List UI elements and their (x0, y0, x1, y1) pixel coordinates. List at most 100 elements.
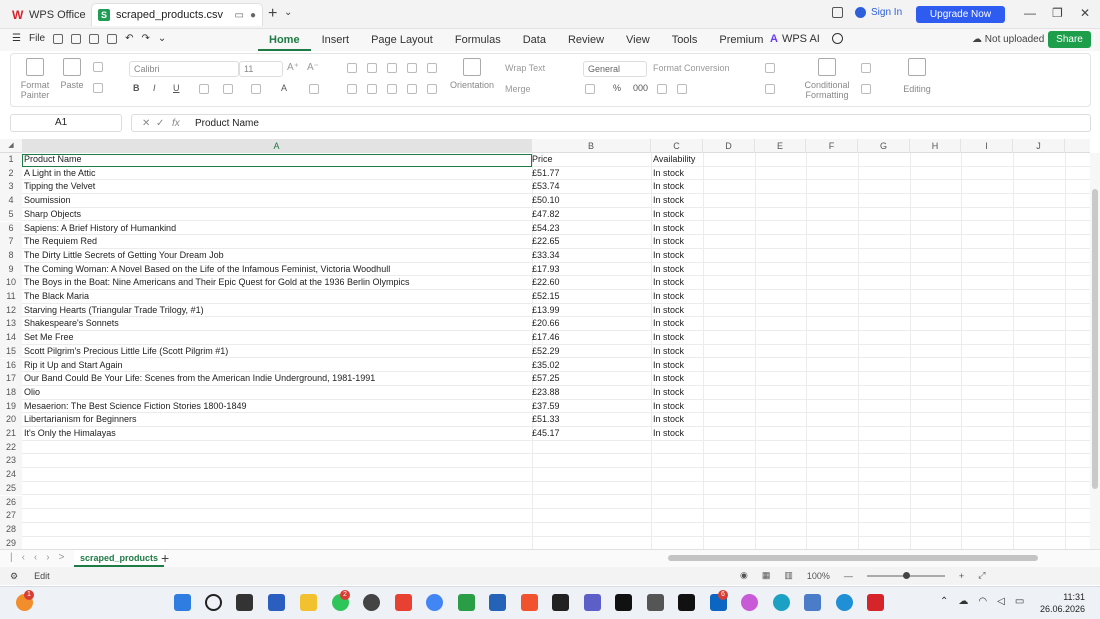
row-header[interactable]: 18 (0, 385, 22, 400)
tab-formulas[interactable]: Formulas (444, 29, 512, 51)
cell-availability[interactable]: In stock (653, 180, 703, 194)
row-header[interactable]: 24 (0, 468, 22, 482)
file-menu[interactable]: File (29, 33, 45, 44)
task-view-icon[interactable] (236, 594, 253, 611)
editing-button[interactable]: Editing (895, 54, 939, 94)
cell-price[interactable]: £52.15 (532, 290, 650, 304)
column-header-a[interactable]: A (22, 139, 532, 153)
conditional-formatting-button[interactable]: Conditional Formatting (799, 54, 855, 100)
battery-icon[interactable]: ▭ (1015, 596, 1024, 607)
row-header[interactable]: 10 (0, 276, 22, 290)
row-header[interactable]: 1 (0, 153, 22, 167)
save-icon[interactable] (53, 33, 64, 44)
find-icon[interactable] (71, 33, 82, 44)
cell-product-name[interactable]: Starving Hearts (Triangular Trade Trilog… (24, 304, 531, 318)
cell-availability[interactable]: In stock (653, 290, 703, 304)
print-icon[interactable] (89, 33, 100, 44)
borders-icon[interactable] (223, 84, 233, 94)
fill-color-icon[interactable] (251, 84, 261, 94)
align-right-icon[interactable] (387, 84, 397, 94)
align-left-icon[interactable] (347, 84, 357, 94)
row-header[interactable]: 4 (0, 194, 22, 208)
cell-availability[interactable]: In stock (653, 249, 703, 263)
clock[interactable]: 11:31 26.06.2026 (1040, 591, 1085, 615)
row-header[interactable]: 21 (0, 427, 22, 441)
cell-price[interactable]: £33.34 (532, 249, 650, 263)
cell-product-name[interactable]: Sapiens: A Brief History of Humankind (24, 222, 531, 236)
cell-price[interactable]: £45.17 (532, 427, 650, 441)
cell-price[interactable]: £53.74 (532, 180, 650, 194)
cell-price[interactable]: £35.02 (532, 359, 650, 373)
row-header[interactable]: 7 (0, 235, 22, 249)
indent-increase-icon[interactable] (427, 63, 437, 73)
row-header[interactable]: 25 (0, 481, 22, 496)
eye-icon[interactable]: ◉ (740, 570, 748, 581)
cell-product-name[interactable]: Set Me Free (24, 331, 531, 345)
tab-premium[interactable]: Premium (708, 29, 774, 51)
search-taskbar-icon[interactable] (205, 594, 222, 611)
canva-icon[interactable] (773, 594, 790, 611)
horizontal-scrollbar[interactable] (668, 555, 1038, 561)
cell-availability[interactable]: In stock (653, 386, 703, 400)
column-header-h[interactable]: H (910, 139, 961, 153)
cell-product-name[interactable]: The Requiem Red (24, 235, 531, 249)
cell-product-name[interactable]: Tipping the Velvet (24, 180, 531, 194)
decrease-decimal-icon[interactable] (677, 84, 687, 94)
vertical-scrollbar[interactable] (1090, 153, 1100, 549)
row-header[interactable]: 16 (0, 358, 22, 373)
cell-availability[interactable]: In stock (653, 276, 703, 290)
clear-icon[interactable] (309, 84, 319, 94)
cell-price[interactable]: £20.66 (532, 317, 650, 331)
strikethrough-icon[interactable] (199, 84, 209, 94)
cell-product-name[interactable]: Sharp Objects (24, 208, 531, 222)
print-preview-icon[interactable] (107, 33, 118, 44)
windows-start-icon[interactable] (174, 594, 191, 611)
zoom-slider[interactable] (866, 571, 945, 579)
cell-availability[interactable]: In stock (653, 167, 703, 181)
sign-in-button[interactable]: Sign In (855, 7, 902, 18)
row-header[interactable]: 28 (0, 522, 22, 537)
store-icon[interactable] (489, 594, 506, 611)
cell-product-name[interactable]: The Black Maria (24, 290, 531, 304)
row-header[interactable]: 9 (0, 262, 22, 277)
cell-product-name[interactable]: A Light in the Attic (24, 167, 531, 181)
number-format-select[interactable]: General (583, 61, 647, 77)
cell-price[interactable]: £37.59 (532, 400, 650, 414)
cell-availability[interactable]: In stock (653, 222, 703, 236)
zoom-out-icon[interactable]: — (844, 571, 853, 581)
wps-home-tab[interactable]: W WPS Office (6, 4, 92, 25)
confirm-icon[interactable]: ✓ (156, 118, 164, 129)
row-header[interactable]: 26 (0, 495, 22, 510)
orientation-button[interactable]: Orientation (441, 54, 503, 90)
cell-product-name[interactable]: Scott Pilgrim's Precious Little Life (Sc… (24, 345, 531, 359)
cell-availability[interactable]: In stock (653, 372, 703, 386)
align-middle-icon[interactable] (367, 63, 377, 73)
row-header[interactable]: 15 (0, 344, 22, 359)
cell-price[interactable]: £47.82 (532, 208, 650, 222)
app-icon[interactable] (804, 594, 821, 611)
rows-columns-icon[interactable] (861, 63, 871, 73)
row-header[interactable]: 19 (0, 399, 22, 414)
name-box[interactable]: A1 (10, 114, 122, 132)
row-header[interactable]: 29 (0, 536, 22, 549)
column-header-d[interactable]: D (703, 139, 755, 153)
new-tab-button[interactable]: + (268, 5, 277, 23)
cell-price[interactable]: £50.10 (532, 194, 650, 208)
row-header[interactable]: 2 (0, 166, 22, 181)
italic-icon[interactable]: I (153, 83, 156, 93)
zoom-in-icon[interactable]: + (959, 571, 964, 581)
row-header[interactable]: 5 (0, 207, 22, 222)
row-header[interactable]: 13 (0, 317, 22, 332)
column-header-i[interactable]: I (961, 139, 1013, 153)
cell-product-name[interactable]: The Boys in the Boat: Nine Americans and… (24, 276, 531, 290)
tab-insert[interactable]: Insert (311, 29, 361, 51)
cell-price[interactable]: £17.46 (532, 331, 650, 345)
fullscreen-icon[interactable]: ⤢ (978, 570, 985, 581)
column-header-j[interactable]: J (1013, 139, 1065, 153)
cell-product-name[interactable]: Mesaerion: The Best Science Fiction Stor… (24, 400, 531, 414)
copilot-icon[interactable] (741, 594, 758, 611)
screen-icon[interactable]: ▭ (235, 10, 244, 21)
thousands-icon[interactable]: 000 (633, 83, 648, 93)
table-style-icon[interactable] (765, 63, 775, 73)
window-mode-icon[interactable] (832, 7, 843, 18)
